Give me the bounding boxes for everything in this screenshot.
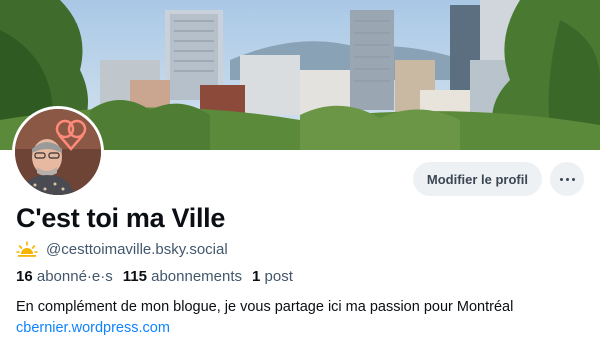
profile-bio: En complément de mon blogue, je vous par…: [16, 297, 513, 339]
handle-row: @cesttoimaville.bsky.social: [16, 240, 228, 258]
following-label: abonnements: [151, 268, 243, 285]
display-name: C'est toi ma Ville: [16, 203, 226, 233]
avatar[interactable]: [12, 106, 104, 198]
more-options-button[interactable]: [550, 162, 584, 196]
following-count: 115: [122, 268, 147, 285]
following-stat[interactable]: 115 abonnements: [123, 268, 242, 285]
edit-profile-button[interactable]: Modifier le profil: [412, 162, 542, 196]
posts-label: post: [264, 268, 293, 285]
followers-stat[interactable]: 16 abonné·e·s: [16, 268, 113, 285]
followers-label: abonné·e·s: [36, 268, 113, 285]
ellipsis-icon: [559, 177, 575, 181]
followers-count: 16: [16, 268, 33, 285]
sun-icon: [16, 241, 38, 257]
profile-handle: @cesttoimaville.bsky.social: [46, 240, 228, 258]
posts-stat: 1 post: [252, 268, 293, 285]
profile-actions: Modifier le profil: [412, 162, 584, 196]
bio-text: En complément de mon blogue, je vous par…: [16, 299, 514, 315]
bio-link[interactable]: cbernier.wordpress.com: [16, 318, 513, 339]
posts-count: 1: [252, 268, 261, 285]
profile-stats: 16 abonné·e·s 115 abonnements 1 post: [16, 268, 293, 285]
